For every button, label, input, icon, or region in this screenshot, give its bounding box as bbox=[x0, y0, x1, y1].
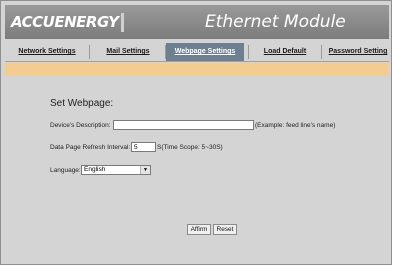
refresh-interval-hint: S(Time Scope: 5~30S) bbox=[157, 144, 223, 151]
form-title: Set Webpage: bbox=[50, 98, 114, 109]
language-label: Language: bbox=[50, 167, 81, 174]
accuenergy-logo: ACCUENERGY bbox=[11, 13, 119, 31]
tab-password-setting[interactable]: Password Setting bbox=[327, 43, 389, 61]
webpage-settings-form: Set Webpage: Device's Description: (Exam… bbox=[5, 76, 389, 262]
module-title: Ethernet Module bbox=[205, 12, 346, 32]
header-divider bbox=[121, 13, 124, 32]
tab-separator bbox=[248, 45, 249, 59]
affirm-button[interactable]: Affirm bbox=[187, 224, 211, 235]
description-input[interactable] bbox=[113, 120, 254, 130]
settings-tabs: Network Settings Mail Settings Webpage S… bbox=[5, 43, 389, 62]
chevron-down-icon[interactable]: ▼ bbox=[140, 166, 150, 174]
reset-button[interactable]: Reset bbox=[213, 224, 237, 235]
tab-separator bbox=[321, 45, 322, 59]
tab-mail-settings[interactable]: Mail Settings bbox=[95, 43, 161, 61]
language-selected-value: English bbox=[84, 166, 106, 173]
tab-network-settings[interactable]: Network Settings bbox=[9, 43, 85, 61]
page-header: ACCUENERGY Ethernet Module bbox=[5, 5, 389, 39]
tab-separator bbox=[89, 45, 90, 59]
tab-load-default[interactable]: Load Default bbox=[253, 43, 317, 61]
description-label: Device's Description: bbox=[50, 122, 111, 129]
refresh-interval-input[interactable] bbox=[131, 142, 156, 152]
tab-webpage-settings[interactable]: Webpage Settings bbox=[166, 43, 244, 61]
ethernet-module-page: ACCUENERGY Ethernet Module Network Setti… bbox=[0, 0, 392, 265]
status-bar bbox=[5, 63, 389, 76]
description-hint: (Example: feed line's name) bbox=[255, 122, 336, 129]
language-select[interactable]: English ▼ bbox=[81, 165, 151, 175]
refresh-interval-label: Data Page Refresh Interval: bbox=[50, 144, 131, 151]
